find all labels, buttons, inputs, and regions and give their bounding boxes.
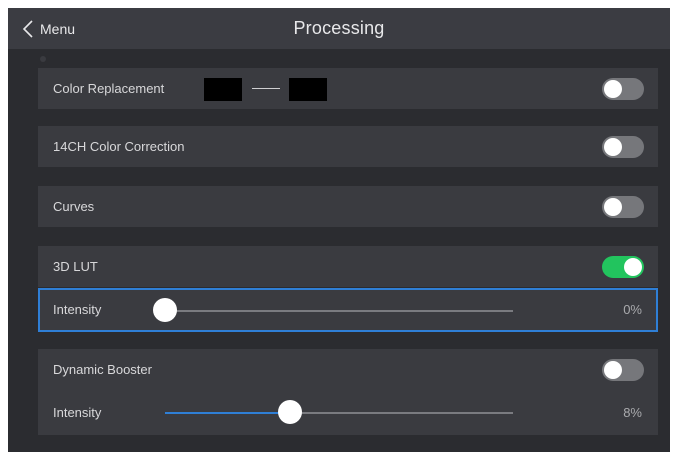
dynamic-booster-intensity-row: Intensity 8% [38, 390, 658, 435]
toggle-knob [604, 80, 622, 98]
curves-toggle[interactable] [602, 196, 644, 218]
target-color-swatch[interactable] [289, 78, 327, 101]
toggle-knob [604, 138, 622, 156]
color-replacement-toggle[interactable] [602, 78, 644, 100]
app-window: Menu Processing Color Replacement 14CH C… [8, 8, 670, 452]
color-replacement-row: Color Replacement [38, 68, 658, 109]
lut3d-intensity-track[interactable] [165, 310, 513, 312]
scroll-indicator [40, 56, 46, 62]
toggle-knob [604, 361, 622, 379]
source-color-swatch[interactable] [204, 78, 242, 101]
dynamic-booster-intensity-fill [165, 412, 291, 414]
color-correction-label: 14CH Color Correction [53, 139, 185, 154]
lut3d-label: 3D LUT [53, 259, 98, 274]
toggle-knob [624, 258, 642, 276]
lut3d-intensity-label: Intensity [53, 302, 102, 317]
dynamic-booster-intensity-thumb[interactable] [278, 400, 303, 424]
curves-row: Curves [38, 186, 658, 227]
header-bar: Menu Processing [8, 8, 670, 49]
lut3d-toggle[interactable] [602, 256, 644, 278]
page-title: Processing [293, 18, 385, 38]
lut3d-intensity-value: 0% [623, 302, 642, 317]
lut3d-intensity-row: Intensity 0% [38, 288, 658, 332]
dynamic-booster-label: Dynamic Booster [53, 362, 152, 377]
swatch-separator [252, 88, 280, 89]
dynamic-booster-row: Dynamic Booster [38, 349, 658, 390]
color-replacement-label: Color Replacement [53, 81, 165, 96]
dynamic-booster-intensity-label: Intensity [53, 405, 102, 420]
toggle-knob [604, 198, 622, 216]
color-correction-row: 14CH Color Correction [38, 126, 658, 167]
color-correction-toggle[interactable] [602, 136, 644, 158]
curves-label: Curves [53, 199, 95, 214]
lut3d-row: 3D LUT [38, 246, 658, 287]
dynamic-booster-intensity-value: 8% [623, 405, 642, 420]
lut3d-intensity-thumb[interactable] [153, 298, 177, 322]
dynamic-booster-toggle[interactable] [602, 359, 644, 381]
